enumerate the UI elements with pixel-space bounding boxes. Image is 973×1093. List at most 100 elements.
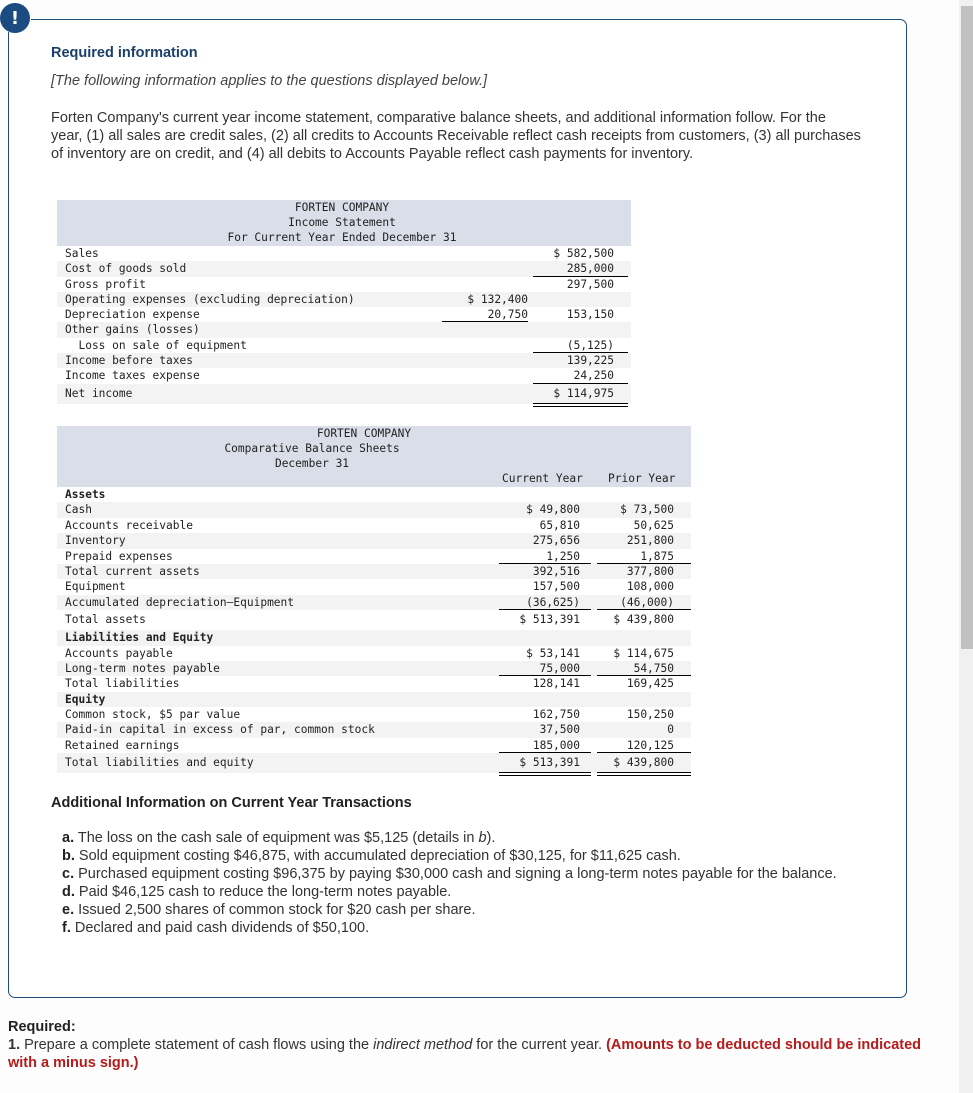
prior-year-amount: 108,000	[626, 580, 674, 594]
additional-info-item: c. Purchased equipment costing $96,375 b…	[62, 865, 862, 883]
balance-sheet-table: FORTEN COMPANY Comparative Balance Sheet…	[57, 426, 691, 777]
section-heading: Liabilities and Equity	[65, 631, 214, 645]
double-underline	[499, 772, 591, 774]
prior-year-amount: $ 114,675	[613, 646, 674, 660]
current-year-amount: 1,250	[546, 549, 580, 563]
required-section: Required: 1. Prepare a complete statemen…	[8, 1018, 928, 1072]
prior-year-amount: 120,125	[626, 738, 674, 752]
required-text-before: Prepare a complete statement of cash flo…	[20, 1037, 374, 1053]
double-underline	[533, 405, 628, 407]
income-statement-company: FORTEN COMPANY	[294, 201, 390, 214]
row-amount-outer: 285,000	[566, 262, 614, 276]
row-label: Loss on sale of equipment	[65, 338, 247, 352]
required-item-1: 1. Prepare a complete statement of cash …	[8, 1036, 928, 1072]
row-amount-inner: $ 132,400	[467, 292, 528, 306]
prior-year-amount: 150,250	[626, 708, 674, 722]
item-key: a.	[62, 830, 75, 846]
prior-year-amount: (46,000)	[620, 595, 674, 609]
balance-sheet-title: Comparative Balance Sheets	[224, 442, 400, 455]
required-number: 1.	[8, 1037, 21, 1053]
exclamation-icon: !	[0, 3, 30, 33]
current-year-amount: 128,141	[532, 677, 580, 691]
double-underline	[597, 775, 691, 777]
row-amount-outer: $ 114,975	[553, 386, 614, 400]
income-statement-row: Net income $ 114,975	[57, 383, 631, 407]
balance-sheet-row: Total liabilities 128,141 169,425	[57, 676, 691, 691]
required-information-subtitle: [The following information applies to th…	[51, 73, 488, 89]
income-statement-row: Cost of goods sold 285,000	[57, 261, 631, 277]
row-label: Income before taxes	[65, 354, 193, 368]
balance-sheet-row: Long-term notes payable 75,000 54,750	[57, 660, 691, 677]
required-heading: Required:	[8, 1019, 76, 1035]
row-label: Cash	[65, 503, 92, 517]
balance-sheet-row: Inventory 275,656 251,800	[57, 533, 691, 549]
required-text-italic: indirect method	[373, 1037, 473, 1053]
row-label: Total liabilities	[65, 677, 180, 691]
row-amount-outer: $ 582,500	[553, 247, 614, 260]
required-text-after: for the current year.	[472, 1037, 607, 1053]
income-statement-row: Other gains (losses)	[57, 322, 631, 338]
column-header-prior-year: Prior Year	[608, 472, 676, 485]
row-label: Total liabilities and equity	[65, 756, 254, 770]
row-label: Total current assets	[65, 564, 200, 578]
balance-sheet-body: Assets Cash $ 49,800 $ 73,500 Accounts recei…	[57, 487, 691, 777]
income-statement-row: Depreciation expense 20,750 153,150	[57, 307, 631, 323]
income-statement-row: Sales $ 582,500	[57, 246, 631, 261]
balance-sheet-date: December 31	[274, 457, 350, 470]
column-header-current-year: Current Year	[502, 472, 583, 485]
prior-year-amount: $ 439,800	[613, 613, 674, 627]
row-label: Equipment	[65, 580, 126, 594]
additional-info-item: b. Sold equipment costing $46,875, with …	[62, 847, 862, 865]
balance-sheet-row: Equity	[57, 691, 691, 708]
income-statement-table: FORTEN COMPANY Income Statement For Curr…	[57, 200, 631, 407]
prior-year-amount: $ 439,800	[613, 756, 674, 770]
income-statement-row: Loss on sale of equipment (5,125)	[57, 338, 631, 354]
item-key: d.	[62, 884, 75, 900]
row-label: Total assets	[65, 613, 146, 627]
current-year-amount: 75,000	[539, 661, 580, 675]
prior-year-amount: 1,875	[640, 549, 674, 563]
double-underline	[597, 772, 691, 774]
current-year-amount: $ 513,391	[519, 756, 580, 770]
row-amount-outer: 297,500	[566, 277, 614, 291]
item-emphasis: b	[478, 830, 487, 846]
prior-year-amount: 169,425	[626, 677, 674, 691]
item-text: Sold equipment costing $46,875, with acc…	[74, 848, 681, 864]
current-year-amount: 65,810	[539, 518, 580, 532]
row-label: Long-term notes payable	[65, 661, 220, 675]
row-label: Income taxes expense	[65, 369, 200, 383]
row-amount-outer: (5,125)	[566, 338, 614, 352]
income-statement-row: Operating expenses (excluding depreciati…	[57, 291, 631, 308]
balance-sheet-row: Accounts payable $ 53,141 $ 114,675	[57, 646, 691, 661]
balance-sheet-row: Total assets $ 513,391 $ 439,800	[57, 610, 691, 633]
row-label: Paid-in capital in excess of par, common…	[65, 723, 375, 737]
balance-sheet-row: Prepaid expenses 1,250 1,875	[57, 549, 691, 564]
balance-sheet-row: Paid-in capital in excess of par, common…	[57, 722, 691, 738]
scrollbar-thumb[interactable]	[961, 6, 973, 649]
current-year-amount: 275,656	[532, 534, 580, 548]
balance-sheet-row: Assets	[57, 487, 691, 502]
row-label: Other gains (losses)	[65, 323, 200, 337]
balance-sheet-header: FORTEN COMPANY Comparative Balance Sheet…	[57, 426, 691, 487]
balance-sheet-row: Cash $ 49,800 $ 73,500	[57, 502, 691, 518]
current-year-amount: 37,500	[539, 723, 580, 737]
prior-year-amount: 377,800	[626, 564, 674, 578]
balance-sheet-row: Total liabilities and equity $ 513,391 $ 4…	[57, 753, 691, 777]
item-text: Issued 2,500 shares of common stock for …	[74, 902, 476, 918]
income-statement-header: FORTEN COMPANY Income Statement For Curr…	[57, 200, 631, 246]
current-year-amount: $ 513,391	[519, 613, 580, 627]
row-label: Prepaid expenses	[65, 549, 173, 563]
double-underline	[533, 402, 628, 404]
row-label: Depreciation expense	[65, 308, 200, 322]
row-label: Cost of goods sold	[65, 262, 187, 276]
item-tail: ).	[486, 830, 496, 846]
item-key: f.	[62, 920, 71, 936]
section-heading: Equity	[65, 692, 106, 706]
row-label: Accumulated depreciation—Equipment	[65, 595, 295, 609]
item-text: The loss on the cash sale of equipment w…	[74, 830, 479, 846]
balance-sheet-company: FORTEN COMPANY	[316, 427, 412, 440]
balance-sheet-row: Total current assets 392,516 377,800	[57, 563, 691, 580]
prior-year-amount: 54,750	[633, 661, 674, 675]
row-amount-outer: 24,250	[573, 369, 614, 383]
additional-info-item: a. The loss on the cash sale of equipmen…	[62, 829, 862, 847]
